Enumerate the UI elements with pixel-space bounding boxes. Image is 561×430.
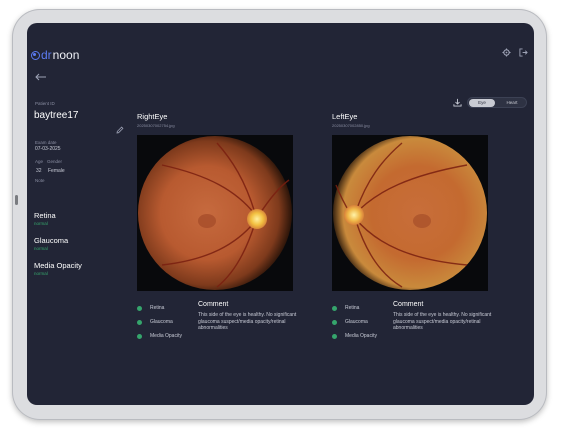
exam-date-label: Exam date bbox=[35, 140, 57, 145]
brand-prefix: dr bbox=[41, 48, 52, 62]
right-eye-comment-text: This side of the eye is healthy. No sign… bbox=[198, 312, 297, 331]
condition-glaucoma: Glaucoma normal bbox=[34, 236, 68, 251]
legend-label: Retina bbox=[345, 305, 360, 311]
condition-status: normal bbox=[34, 271, 48, 276]
left-eye-filename: 20250307002850.jpg bbox=[332, 123, 370, 128]
toggle-eye-button[interactable]: Eye bbox=[469, 99, 495, 107]
left-eye-legend: Retina Glaucoma Media Opacity bbox=[332, 301, 377, 343]
brand-logo: dr noon bbox=[31, 48, 79, 62]
status-dot bbox=[332, 319, 337, 325]
note-label: Note bbox=[35, 178, 45, 183]
legend-label: Media Opacity bbox=[150, 333, 182, 339]
left-eye-comment-title: Comment bbox=[393, 301, 424, 308]
left-eye-title: LeftEye bbox=[332, 112, 358, 121]
gear-icon[interactable] bbox=[502, 48, 511, 57]
left-eye-comment-text: This side of the eye is healthy. No sign… bbox=[393, 312, 492, 331]
patient-id-label: Patient ID bbox=[35, 101, 55, 106]
condition-media-opacity: Media Opacity normal bbox=[34, 261, 82, 276]
status-dot bbox=[137, 305, 142, 311]
patient-id: baytree17 bbox=[34, 110, 79, 121]
gender-label: Gender bbox=[47, 159, 63, 164]
legend-label: Glaucoma bbox=[345, 319, 368, 325]
age-label: Age bbox=[35, 159, 44, 164]
legend-item: Retina bbox=[137, 301, 182, 315]
brand-suffix: noon bbox=[52, 48, 80, 62]
top-toolbar bbox=[502, 48, 528, 57]
condition-title: Glaucoma bbox=[34, 236, 69, 245]
tablet-side-button bbox=[15, 195, 18, 205]
status-dot bbox=[137, 319, 142, 325]
download-icon[interactable] bbox=[453, 98, 462, 107]
right-eye-legend: Retina Glaucoma Media Opacity bbox=[137, 301, 182, 343]
age-value: 32 bbox=[36, 168, 42, 174]
app-screen: dr noon Patient ID baytree17 Exam date 0… bbox=[27, 23, 534, 405]
legend-item: Media Opacity bbox=[137, 329, 182, 343]
legend-item: Glaucoma bbox=[332, 315, 377, 329]
legend-item: Glaucoma bbox=[137, 315, 182, 329]
condition-retina: Retina normal bbox=[34, 211, 56, 226]
left-eye-fundus-image[interactable] bbox=[332, 135, 488, 291]
edit-icon[interactable] bbox=[116, 126, 124, 134]
status-dot bbox=[332, 305, 337, 311]
right-eye-title: RightEye bbox=[137, 112, 168, 121]
status-dot bbox=[332, 333, 337, 339]
right-eye-fundus-image[interactable] bbox=[137, 135, 293, 291]
right-eye-filename: 20250307002754.jpg bbox=[137, 123, 175, 128]
back-arrow-icon[interactable] bbox=[35, 73, 47, 81]
legend-item: Retina bbox=[332, 301, 377, 315]
condition-title: Media Opacity bbox=[34, 261, 82, 270]
legend-label: Glaucoma bbox=[150, 319, 173, 325]
legend-label: Retina bbox=[150, 305, 165, 311]
status-dot bbox=[137, 333, 142, 339]
legend-label: Media Opacity bbox=[345, 333, 377, 339]
logo-icon bbox=[31, 50, 40, 60]
condition-status: normal bbox=[34, 246, 48, 251]
toggle-heart-button[interactable]: Heart bbox=[498, 99, 526, 107]
eye-heart-toggle: Eye Heart bbox=[467, 97, 527, 108]
legend-item: Media Opacity bbox=[332, 329, 377, 343]
logout-icon[interactable] bbox=[519, 48, 528, 57]
condition-title: Retina bbox=[34, 211, 56, 220]
gender-value: Female bbox=[48, 168, 65, 174]
right-eye-comment-title: Comment bbox=[198, 301, 229, 308]
exam-date: 07-03-2025 bbox=[35, 146, 61, 152]
condition-status: normal bbox=[34, 221, 48, 226]
